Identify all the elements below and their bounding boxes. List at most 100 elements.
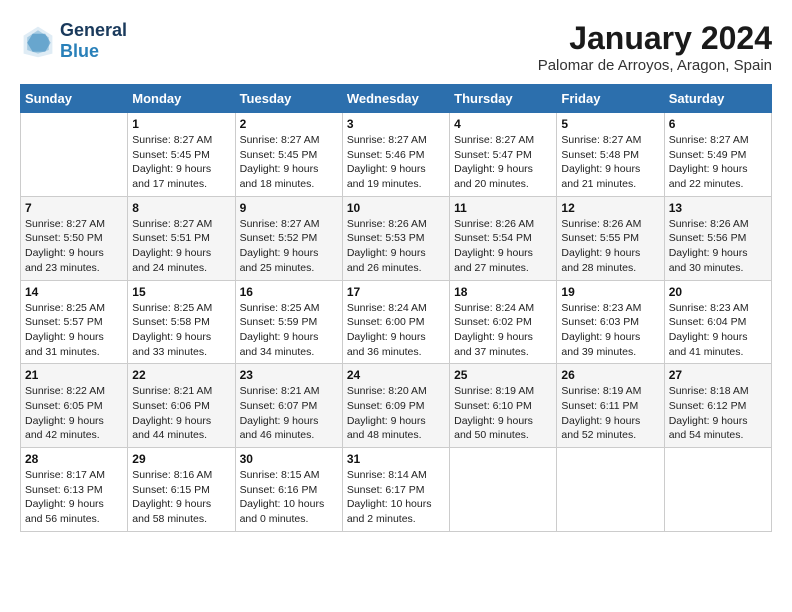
calendar-cell: 21 Sunrise: 8:22 AMSunset: 6:05 PMDayligh…: [21, 364, 128, 448]
calendar-cell: 23 Sunrise: 8:21 AMSunset: 6:07 PMDayligh…: [235, 364, 342, 448]
day-info: Sunrise: 8:26 AMSunset: 5:55 PMDaylight:…: [561, 217, 659, 276]
header-friday: Friday: [557, 85, 664, 113]
day-number: 19: [561, 285, 659, 299]
calendar-cell: 4 Sunrise: 8:27 AMSunset: 5:47 PMDaylight…: [450, 113, 557, 197]
calendar-cell: 22 Sunrise: 8:21 AMSunset: 6:06 PMDayligh…: [128, 364, 235, 448]
day-number: 26: [561, 368, 659, 382]
month-title: January 2024: [538, 20, 772, 57]
calendar-cell: 29Sunrise: 8:16 AMSunset: 6:15 PMDayligh…: [128, 448, 235, 532]
day-info: Sunrise: 8:19 AMSunset: 6:11 PMDaylight:…: [561, 384, 659, 443]
day-info: Sunrise: 8:22 AMSunset: 6:05 PMDaylight:…: [25, 384, 123, 443]
day-info: Sunrise: 8:19 AMSunset: 6:10 PMDaylight:…: [454, 384, 552, 443]
calendar-cell: 7Sunrise: 8:27 AMSunset: 5:50 PMDaylight…: [21, 196, 128, 280]
day-info: Sunrise: 8:26 AMSunset: 5:54 PMDaylight:…: [454, 217, 552, 276]
day-number: 17: [347, 285, 445, 299]
day-number: 13: [669, 201, 767, 215]
calendar-cell: 14 Sunrise: 8:25 AMSunset: 5:57 PMDayligh…: [21, 280, 128, 364]
calendar-cell: 16 Sunrise: 8:25 AMSunset: 5:59 PMDayligh…: [235, 280, 342, 364]
day-number: 31: [347, 452, 445, 466]
day-info: Sunrise: 8:27 AMSunset: 5:45 PMDaylight:…: [240, 133, 338, 192]
calendar-cell: 25Sunrise: 8:19 AMSunset: 6:10 PMDayligh…: [450, 364, 557, 448]
calendar-cell: 12 Sunrise: 8:26 AMSunset: 5:55 PMDayligh…: [557, 196, 664, 280]
calendar-cell: 3 Sunrise: 8:27 AMSunset: 5:46 PMDaylight…: [342, 113, 449, 197]
day-info: Sunrise: 8:18 AMSunset: 6:12 PMDaylight:…: [669, 384, 767, 443]
calendar-cell: 27 Sunrise: 8:18 AMSunset: 6:12 PMDayligh…: [664, 364, 771, 448]
day-info: Sunrise: 8:24 AMSunset: 6:00 PMDaylight:…: [347, 301, 445, 360]
day-info: Sunrise: 8:23 AMSunset: 6:04 PMDaylight:…: [669, 301, 767, 360]
day-number: 10: [347, 201, 445, 215]
day-info: Sunrise: 8:14 AMSunset: 6:17 PMDaylight:…: [347, 468, 445, 527]
page-header: General Blue January 2024 Palomar de Arr…: [20, 20, 772, 74]
calendar-cell: 30 Sunrise: 8:15 AMSunset: 6:16 PMDayligh…: [235, 448, 342, 532]
calendar-cell: 8 Sunrise: 8:27 AMSunset: 5:51 PMDaylight…: [128, 196, 235, 280]
day-number: 3: [347, 117, 445, 131]
day-number: 8: [132, 201, 230, 215]
calendar-week-row: 1 Sunrise: 8:27 AMSunset: 5:45 PMDaylight…: [21, 113, 772, 197]
day-info: Sunrise: 8:24 AMSunset: 6:02 PMDaylight:…: [454, 301, 552, 360]
calendar-cell: 18 Sunrise: 8:24 AMSunset: 6:02 PMDayligh…: [450, 280, 557, 364]
calendar-table: SundayMondayTuesdayWednesdayThursdayFrid…: [20, 84, 772, 532]
day-number: 22: [132, 368, 230, 382]
day-info: Sunrise: 8:25 AMSunset: 5:57 PMDaylight:…: [25, 301, 123, 360]
day-number: 28: [25, 452, 123, 466]
day-info: Sunrise: 8:27 AMSunset: 5:46 PMDaylight:…: [347, 133, 445, 192]
day-info: Sunrise: 8:21 AMSunset: 6:07 PMDaylight:…: [240, 384, 338, 443]
day-number: 9: [240, 201, 338, 215]
calendar-week-row: 14 Sunrise: 8:25 AMSunset: 5:57 PMDayligh…: [21, 280, 772, 364]
header-saturday: Saturday: [664, 85, 771, 113]
day-number: 27: [669, 368, 767, 382]
day-number: 11: [454, 201, 552, 215]
calendar-cell: 13 Sunrise: 8:26 AMSunset: 5:56 PMDayligh…: [664, 196, 771, 280]
day-number: 2: [240, 117, 338, 131]
calendar-header-row: SundayMondayTuesdayWednesdayThursdayFrid…: [21, 85, 772, 113]
calendar-cell: 9Sunrise: 8:27 AMSunset: 5:52 PMDaylight…: [235, 196, 342, 280]
day-number: 23: [240, 368, 338, 382]
day-number: 14: [25, 285, 123, 299]
day-number: 30: [240, 452, 338, 466]
day-number: 20: [669, 285, 767, 299]
calendar-cell: [557, 448, 664, 532]
calendar-cell: 6Sunrise: 8:27 AMSunset: 5:49 PMDaylight…: [664, 113, 771, 197]
calendar-cell: 31 Sunrise: 8:14 AMSunset: 6:17 PMDayligh…: [342, 448, 449, 532]
day-number: 18: [454, 285, 552, 299]
header-monday: Monday: [128, 85, 235, 113]
calendar-cell: 19 Sunrise: 8:23 AMSunset: 6:03 PMDayligh…: [557, 280, 664, 364]
day-info: Sunrise: 8:16 AMSunset: 6:15 PMDaylight:…: [132, 468, 230, 527]
day-info: Sunrise: 8:23 AMSunset: 6:03 PMDaylight:…: [561, 301, 659, 360]
day-number: 16: [240, 285, 338, 299]
day-number: 1: [132, 117, 230, 131]
day-number: 4: [454, 117, 552, 131]
calendar-cell: 10 Sunrise: 8:26 AMSunset: 5:53 PMDayligh…: [342, 196, 449, 280]
calendar-cell: 26 Sunrise: 8:19 AMSunset: 6:11 PMDayligh…: [557, 364, 664, 448]
logo-icon: [20, 23, 56, 59]
day-info: Sunrise: 8:17 AMSunset: 6:13 PMDaylight:…: [25, 468, 123, 527]
day-info: Sunrise: 8:26 AMSunset: 5:53 PMDaylight:…: [347, 217, 445, 276]
location: Palomar de Arroyos, Aragon, Spain: [538, 57, 772, 74]
day-number: 21: [25, 368, 123, 382]
day-info: Sunrise: 8:25 AMSunset: 5:59 PMDaylight:…: [240, 301, 338, 360]
calendar-week-row: 21 Sunrise: 8:22 AMSunset: 6:05 PMDayligh…: [21, 364, 772, 448]
calendar-week-row: 7Sunrise: 8:27 AMSunset: 5:50 PMDaylight…: [21, 196, 772, 280]
calendar-week-row: 28 Sunrise: 8:17 AMSunset: 6:13 PMDayligh…: [21, 448, 772, 532]
day-info: Sunrise: 8:27 AMSunset: 5:47 PMDaylight:…: [454, 133, 552, 192]
day-info: Sunrise: 8:27 AMSunset: 5:51 PMDaylight:…: [132, 217, 230, 276]
header-tuesday: Tuesday: [235, 85, 342, 113]
header-wednesday: Wednesday: [342, 85, 449, 113]
day-number: 5: [561, 117, 659, 131]
header-sunday: Sunday: [21, 85, 128, 113]
day-info: Sunrise: 8:25 AMSunset: 5:58 PMDaylight:…: [132, 301, 230, 360]
day-number: 12: [561, 201, 659, 215]
day-info: Sunrise: 8:27 AMSunset: 5:45 PMDaylight:…: [132, 133, 230, 192]
logo-text: General Blue: [60, 20, 127, 62]
day-info: Sunrise: 8:26 AMSunset: 5:56 PMDaylight:…: [669, 217, 767, 276]
day-number: 7: [25, 201, 123, 215]
calendar-cell: 15Sunrise: 8:25 AMSunset: 5:58 PMDayligh…: [128, 280, 235, 364]
calendar-cell: [450, 448, 557, 532]
calendar-cell: 28 Sunrise: 8:17 AMSunset: 6:13 PMDayligh…: [21, 448, 128, 532]
day-number: 24: [347, 368, 445, 382]
day-info: Sunrise: 8:15 AMSunset: 6:16 PMDaylight:…: [240, 468, 338, 527]
day-info: Sunrise: 8:20 AMSunset: 6:09 PMDaylight:…: [347, 384, 445, 443]
day-info: Sunrise: 8:27 AMSunset: 5:49 PMDaylight:…: [669, 133, 767, 192]
calendar-cell: [664, 448, 771, 532]
day-info: Sunrise: 8:21 AMSunset: 6:06 PMDaylight:…: [132, 384, 230, 443]
